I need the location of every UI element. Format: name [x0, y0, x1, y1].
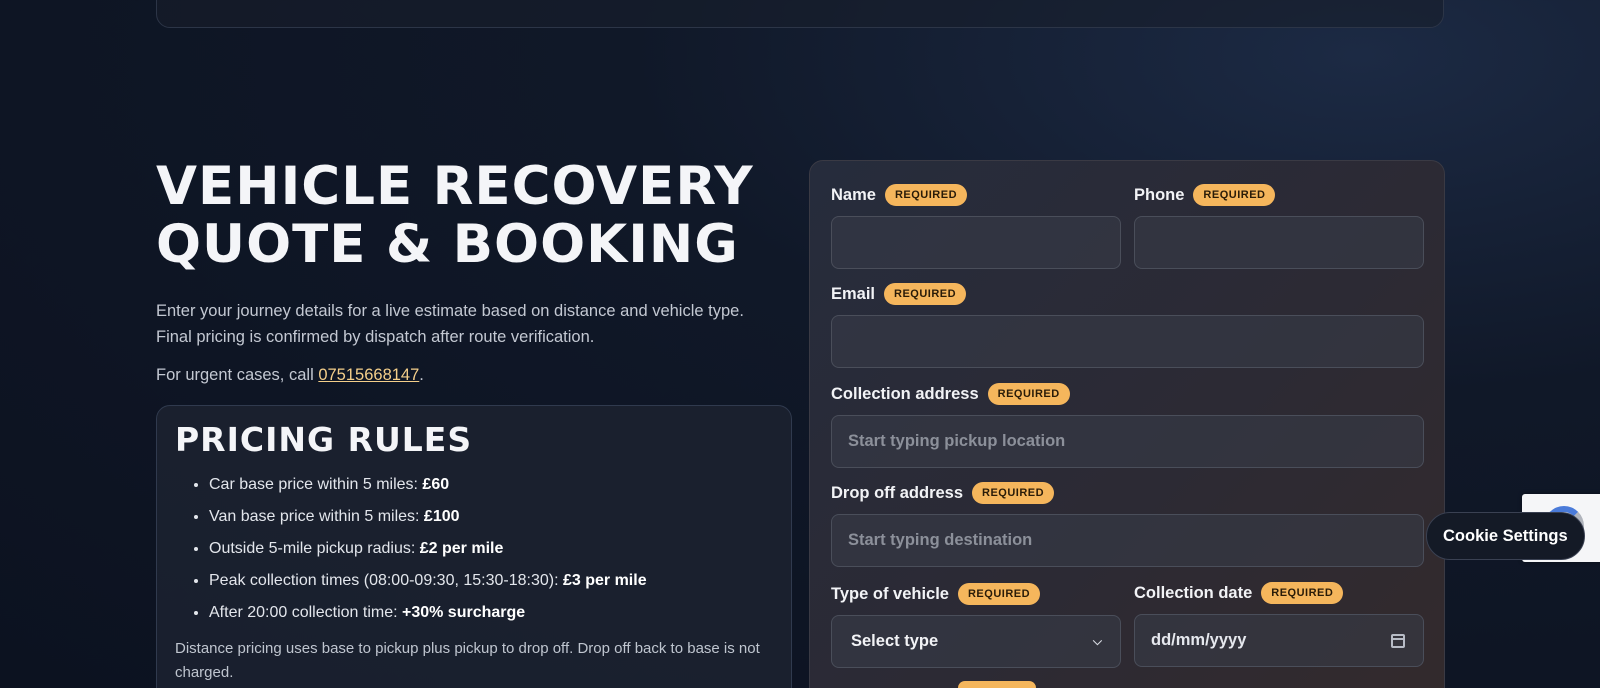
date-field-group: Collection date REQUIRED dd/mm/yyyy — [1134, 580, 1424, 670]
rule-text: Peak collection times (08:00-09:30, 15:3… — [209, 572, 563, 589]
email-field-group: Email REQUIRED — [831, 281, 1424, 371]
required-badge: REQUIRED — [987, 383, 1070, 405]
page-title-line-1: VEHICLE RECOVERY — [156, 156, 754, 217]
collection-date-input[interactable]: dd/mm/yyyy — [1134, 614, 1424, 667]
email-input[interactable] — [831, 315, 1424, 368]
phone-input[interactable] — [1134, 216, 1424, 269]
rule-value: +30% surcharge — [401, 604, 526, 621]
phone-field-group: Phone REQUIRED — [1134, 182, 1424, 272]
list-item: Van base price within 5 miles: £100 — [209, 501, 773, 533]
dropoff-address-label: Drop off address — [831, 483, 964, 502]
intro-text: Enter your journey details for a live es… — [156, 298, 792, 350]
rule-text: Outside 5-mile pickup radius: — [209, 540, 420, 557]
pricing-title: PRICING RULES — [175, 420, 473, 459]
rule-value: £60 — [422, 476, 450, 493]
required-badge: REQUIRED — [1261, 582, 1344, 604]
urgent-suffix: . — [419, 366, 424, 384]
pricing-rules-list: Car base price within 5 miles: £60 Van b… — [209, 469, 773, 629]
required-badge: REQUIRED — [957, 583, 1041, 605]
intro-line-1: Enter your journey details for a live es… — [156, 302, 744, 320]
vehicle-type-selected: Select type — [851, 632, 939, 650]
name-field-group: Name REQUIRED — [831, 182, 1121, 272]
rule-value: £2 per mile — [419, 540, 504, 557]
page-title-line-2: QUOTE & BOOKING — [156, 214, 739, 275]
rule-text: Car base price within 5 miles: — [209, 476, 423, 493]
pricing-note: Distance pricing uses base to pickup plu… — [175, 640, 760, 681]
rule-value: £3 per mile — [562, 572, 647, 589]
dropoff-address-input[interactable] — [831, 514, 1424, 567]
required-badge: REQUIRED — [884, 184, 968, 206]
intro-line-2: Final pricing is confirmed by dispatch a… — [156, 328, 595, 346]
required-badge: REQUIRED — [884, 283, 967, 305]
urgent-prefix: For urgent cases, call — [156, 366, 319, 384]
phone-label: Phone — [1134, 185, 1185, 204]
list-item: Peak collection times (08:00-09:30, 15:3… — [209, 565, 773, 597]
list-item: Outside 5-mile pickup radius: £2 per mil… — [209, 533, 773, 565]
page-title: VEHICLE RECOVERY QUOTE & BOOKING — [156, 158, 792, 274]
hero-section: VEHICLE RECOVERY QUOTE & BOOKING Enter y… — [156, 158, 792, 385]
chevron-down-icon: ⌵ — [1092, 634, 1102, 648]
collection-address-label: Collection address — [831, 384, 979, 403]
collection-address-input[interactable] — [831, 415, 1424, 468]
vehicle-type-select[interactable]: Select type ⌵ — [831, 615, 1121, 668]
calendar-icon[interactable] — [1391, 633, 1405, 648]
urgent-phone-link[interactable]: 07515668147 — [318, 366, 419, 384]
required-badge-partial — [958, 681, 1036, 688]
dropoff-field-group: Drop off address REQUIRED — [831, 480, 1424, 570]
cookie-settings-button[interactable]: Cookie Settings — [1426, 512, 1585, 560]
email-label: Email — [831, 284, 876, 303]
urgent-contact: For urgent cases, call 07515668147. — [156, 366, 792, 385]
collection-date-label: Collection date — [1134, 583, 1253, 602]
collection-field-group: Collection address REQUIRED — [831, 381, 1424, 471]
name-input[interactable] — [831, 216, 1121, 269]
pricing-rules-card: PRICING RULES Car base price within 5 mi… — [156, 405, 792, 688]
required-badge: REQUIRED — [1193, 184, 1276, 206]
name-label: Name — [831, 185, 876, 204]
list-item: Car base price within 5 miles: £60 — [209, 469, 773, 501]
collection-date-value: dd/mm/yyyy — [1151, 631, 1247, 649]
previous-section-card — [156, 0, 1444, 28]
vehicle-field-group: Type of vehicle REQUIRED Select type ⌵ — [831, 581, 1121, 671]
vehicle-type-label: Type of vehicle — [831, 584, 949, 603]
list-item: After 20:00 collection time: +30% surcha… — [209, 597, 773, 629]
rule-value: £100 — [423, 508, 460, 525]
booking-form-card: Name REQUIRED Phone REQUIRED Email REQUIRED… — [809, 160, 1445, 688]
required-badge: REQUIRED — [972, 482, 1055, 504]
rule-text: After 20:00 collection time: — [209, 604, 402, 621]
rule-text: Van base price within 5 miles: — [209, 508, 424, 525]
